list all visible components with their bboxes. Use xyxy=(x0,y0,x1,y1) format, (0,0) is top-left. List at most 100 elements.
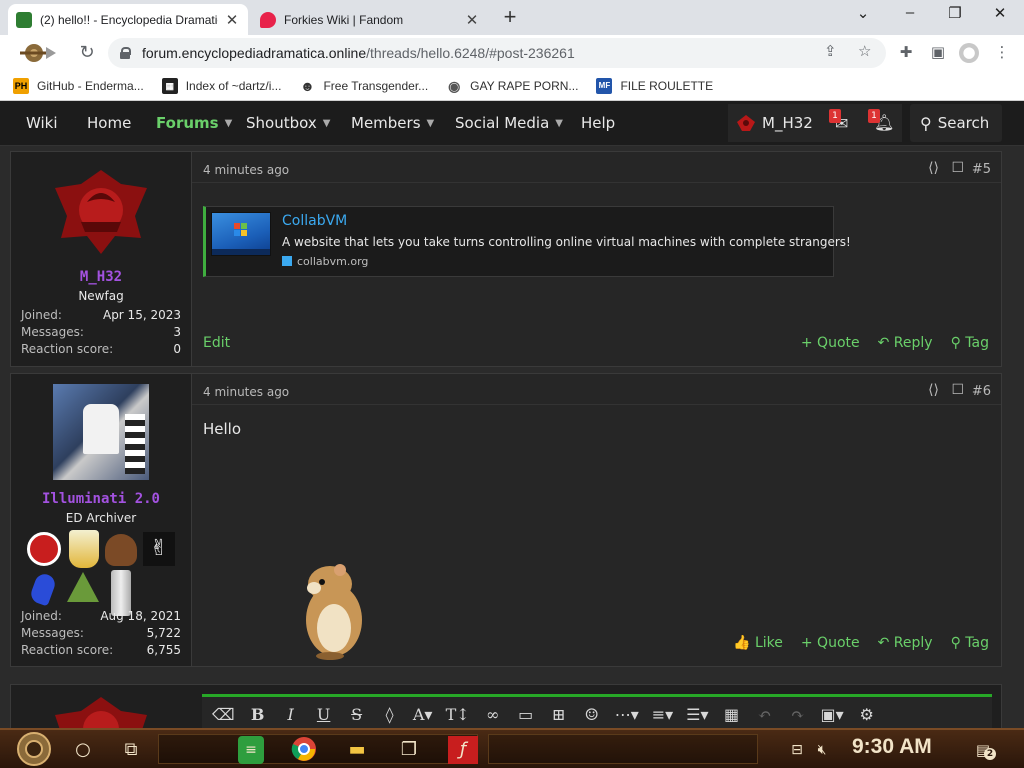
nav-wiki[interactable]: Wiki xyxy=(26,114,58,132)
back-button[interactable] xyxy=(16,41,60,65)
flash-player-icon[interactable]: ƒ xyxy=(448,736,478,764)
text-color-icon[interactable]: ◊ xyxy=(380,705,400,724)
share-icon[interactable]: ⟨⟩ xyxy=(928,160,939,176)
post-timestamp[interactable]: 4 minutes ago xyxy=(203,163,289,177)
tag-button[interactable]: ⚲ Tag xyxy=(951,635,989,651)
font-family-icon[interactable]: A▾ xyxy=(413,705,433,724)
more-options-icon[interactable]: ⋯▾ xyxy=(615,705,639,724)
nav-members[interactable]: Members ▼ xyxy=(351,114,434,132)
bold-icon[interactable]: B xyxy=(248,705,268,724)
quote-button[interactable]: + Quote xyxy=(801,335,860,351)
reply-button[interactable]: ↶ Reply xyxy=(878,335,933,351)
italic-icon[interactable]: I xyxy=(281,705,301,724)
search-button[interactable]: ⚲ Search xyxy=(910,104,1002,142)
taskbar-clock[interactable]: 9:30 AM xyxy=(852,735,932,759)
chevron-down-icon[interactable]: ▼ xyxy=(225,118,233,129)
nav-help[interactable]: Help xyxy=(581,114,615,132)
bookmark-star-icon[interactable]: ☆ xyxy=(858,42,871,60)
strikethrough-icon[interactable]: S xyxy=(347,705,367,724)
table-icon[interactable]: ▦ xyxy=(722,705,742,724)
spotify-like-app-icon[interactable]: ≡ xyxy=(238,736,264,764)
extensions-icon[interactable]: ✚ xyxy=(896,43,916,63)
chrome-menu-icon[interactable]: ⋮ xyxy=(992,43,1012,63)
chevron-down-icon[interactable]: ▼ xyxy=(323,118,331,129)
bookmark-github[interactable]: PH GitHub - Enderma... xyxy=(13,77,144,94)
like-button[interactable]: 👍 Like xyxy=(733,635,783,651)
redo-icon[interactable]: ↷ xyxy=(788,705,808,724)
tab-forkies-wiki[interactable]: Forkies Wiki | Fandom ✕ xyxy=(252,4,488,35)
nav-username[interactable]: M_H32 xyxy=(762,114,813,132)
reload-button[interactable]: ↻ xyxy=(74,41,100,65)
user-avatar-icon[interactable] xyxy=(736,114,756,132)
bookmark-index-dartz[interactable]: ▦ Index of ~dartz/i... xyxy=(161,77,281,94)
stat-messages: Messages: 3 xyxy=(21,325,181,339)
nav-home[interactable]: Home xyxy=(87,114,131,132)
post-username[interactable]: M_H32 xyxy=(11,269,191,285)
tag-button[interactable]: ⚲ Tag xyxy=(951,335,989,351)
quote-button[interactable]: + Quote xyxy=(801,635,860,651)
bookmark-file-roulette[interactable]: MF FILE ROULETTE xyxy=(596,77,713,94)
multitask-app-icon[interactable]: ❐ xyxy=(396,736,422,764)
tab-close-icon[interactable]: ✕ xyxy=(464,11,480,29)
post-number[interactable]: #5 xyxy=(972,162,991,177)
undo-icon[interactable]: ↶ xyxy=(755,705,775,724)
user-avatar[interactable] xyxy=(51,166,151,262)
tab-search-button[interactable]: ⌄ xyxy=(845,4,881,26)
link-unfurl-card[interactable]: CollabVM A website that lets you take tu… xyxy=(203,206,851,277)
post-timestamp[interactable]: 4 minutes ago xyxy=(203,385,289,399)
user-avatar[interactable] xyxy=(53,384,149,480)
list-icon[interactable]: ☰▾ xyxy=(686,705,708,724)
share-icon[interactable]: ⇪ xyxy=(824,42,837,60)
illuminati-pyramid-badge-icon[interactable] xyxy=(67,572,99,602)
font-size-icon[interactable]: T↕ xyxy=(446,705,470,724)
blue-flame-badge-icon[interactable] xyxy=(28,571,58,607)
edit-link[interactable]: Edit xyxy=(203,335,230,351)
share-icon[interactable]: ⟨⟩ xyxy=(928,382,939,398)
tab-encyclopedia-dramatica[interactable]: (2) hello!! - Encyclopedia Dramatica ✕ xyxy=(8,4,248,35)
profile-avatar-icon[interactable]: ● xyxy=(959,43,979,63)
hamster-desktop-pet[interactable] xyxy=(300,560,366,660)
chrome-taskbar-icon[interactable] xyxy=(290,736,318,764)
tab-close-icon[interactable]: ✕ xyxy=(224,11,240,29)
windows7-thumbnail-image xyxy=(211,212,271,256)
file-explorer-icon[interactable]: ▬ xyxy=(344,736,370,764)
task-view-icon[interactable]: ⧉ xyxy=(118,736,144,764)
chevron-down-icon[interactable]: ▼ xyxy=(427,118,435,129)
new-tab-button[interactable]: + xyxy=(498,6,522,30)
start-button[interactable] xyxy=(8,731,60,767)
link-icon[interactable]: ∞ xyxy=(483,705,503,724)
volume-muted-icon[interactable]: 🔇︎ xyxy=(812,736,832,764)
image-icon[interactable]: ▭ xyxy=(516,705,536,724)
bookmark-icon[interactable]: ☐ xyxy=(951,382,964,398)
network-icon[interactable]: ⊟ xyxy=(788,736,806,764)
nav-shoutbox[interactable]: Shoutbox ▼ xyxy=(246,114,330,132)
emoji-icon[interactable]: ☺ xyxy=(582,705,602,724)
restore-button[interactable]: ❐ xyxy=(937,4,973,26)
nav-social-media[interactable]: Social Media ▼ xyxy=(455,114,563,132)
chevron-down-icon[interactable]: ▼ xyxy=(555,118,563,129)
bear-badge-icon[interactable] xyxy=(105,534,137,566)
post-number[interactable]: #6 xyxy=(972,384,991,399)
bookmark-gay-rape[interactable]: ◉ GAY RAPE PORN... xyxy=(446,77,578,94)
minimize-button[interactable]: – xyxy=(892,4,928,26)
post-username[interactable]: Illuminati 2.0 xyxy=(11,491,191,507)
save-draft-icon[interactable]: ▣▾ xyxy=(821,705,844,724)
cortana-circle-icon[interactable]: ○ xyxy=(70,736,96,764)
beer-badge-icon[interactable] xyxy=(69,530,99,568)
media-icon[interactable]: ⊞ xyxy=(549,705,569,724)
underline-icon[interactable]: U xyxy=(314,705,334,724)
reply-button[interactable]: ↶ Reply xyxy=(878,635,933,651)
settings-gear-icon[interactable]: ⚙ xyxy=(857,705,877,724)
post-actions: + Quote ↶ Reply ⚲ Tag xyxy=(801,335,989,351)
bookmark-free-transgender[interactable]: ☻ Free Transgender... xyxy=(299,77,428,94)
rock-hand-badge-icon[interactable]: ✌ xyxy=(143,532,175,566)
close-window-button[interactable]: ✕ xyxy=(982,4,1018,26)
nav-forums[interactable]: Forums ▼ xyxy=(156,114,232,132)
side-panel-icon[interactable]: ▣ xyxy=(928,43,948,63)
align-icon[interactable]: ≡▾ xyxy=(652,705,673,724)
embed-title[interactable]: CollabVM xyxy=(282,213,347,229)
omnibox[interactable]: forum.encyclopediadramatica.online/threa… xyxy=(108,38,886,68)
no-symbol-badge-icon[interactable] xyxy=(27,532,61,566)
bookmark-icon[interactable]: ☐ xyxy=(951,160,964,176)
remove-format-icon[interactable]: ⌫ xyxy=(212,705,235,724)
